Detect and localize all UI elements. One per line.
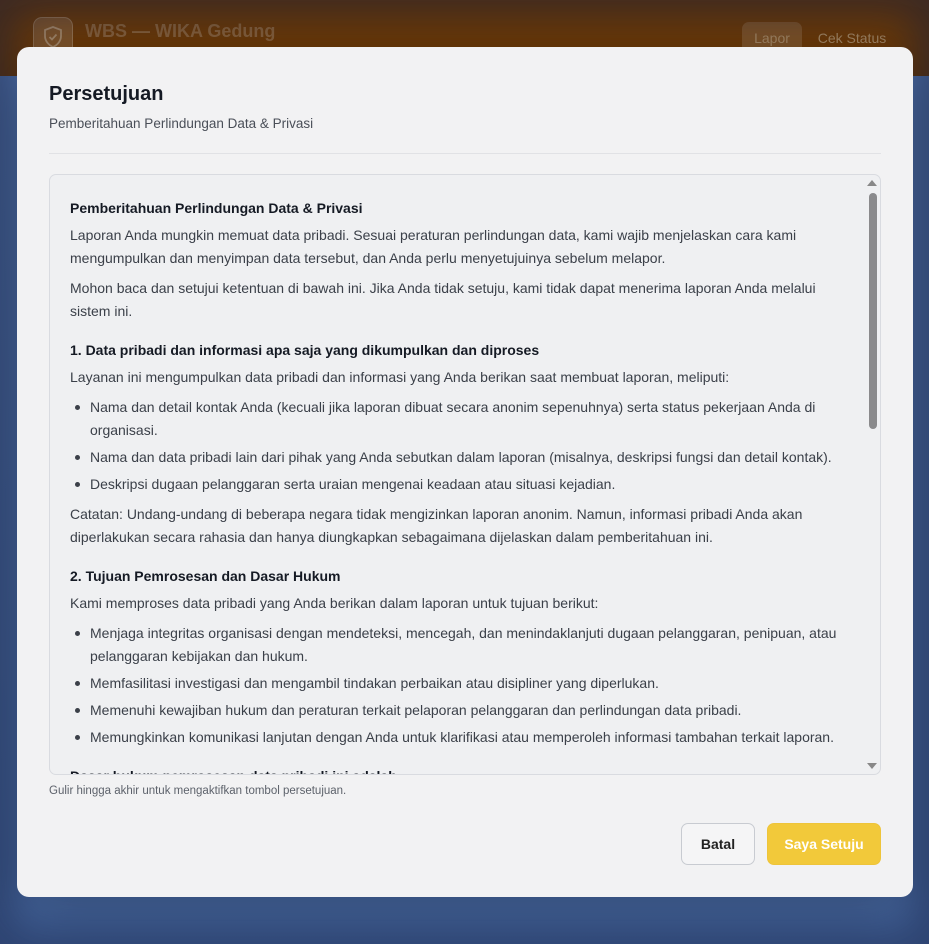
scroll-hint: Gulir hingga akhir untuk mengaktifkan to… [49, 785, 347, 797]
modal-subtitle: Pemberitahuan Perlindungan Data & Privas… [49, 116, 314, 131]
list-item: Memfasilitasi investigasi dan mengambil … [70, 672, 845, 695]
list-item: Nama dan detail kontak Anda (kecuali jik… [70, 396, 845, 442]
scrollbar[interactable] [865, 175, 880, 774]
consent-scroll-area[interactable]: Pemberitahuan Perlindungan Data & Privas… [49, 174, 881, 775]
scrollbar-thumb[interactable] [869, 193, 877, 429]
list-item-text: Memenuhi kewajiban hukum dan peraturan t… [90, 702, 742, 718]
list-item: Deskripsi dugaan pelanggaran serta uraia… [70, 473, 845, 496]
intro-paragraph: Laporan Anda mungkin memuat data pribadi… [70, 227, 797, 266]
section-lead: Kami memproses data pribadi yang Anda be… [70, 595, 599, 611]
list-item: Memenuhi kewajiban hukum dan peraturan t… [70, 699, 845, 722]
section-list: Menjaga integritas organisasi dengan men… [70, 622, 845, 749]
list-item-text: Nama dan detail kontak Anda (kecuali jik… [90, 399, 816, 438]
bullet [75, 681, 80, 686]
list-item-text: Memfasilitasi investigasi dan mengambil … [90, 675, 659, 691]
section-heading: 1. Data pribadi dan informasi apa saja y… [70, 342, 540, 358]
bullet [75, 405, 80, 410]
scroll-up-arrow-icon[interactable] [867, 180, 877, 186]
bullet [75, 735, 80, 740]
list-item-text: Menjaga integritas organisasi dengan men… [90, 625, 837, 664]
notice-heading: Pemberitahuan Perlindungan Data & Privas… [70, 200, 363, 216]
section-1: 1. Data pribadi dan informasi apa saja y… [70, 339, 845, 549]
list-item: Menjaga integritas organisasi dengan men… [70, 622, 845, 668]
agree-button[interactable]: Saya Setuju [767, 823, 881, 865]
consent-modal: Persetujuan Pemberitahuan Perlindungan D… [17, 47, 913, 897]
section-heading: 2. Tujuan Pemrosesan dan Dasar Hukum [70, 568, 341, 584]
cancel-button[interactable]: Batal [681, 823, 755, 865]
section-2: 2. Tujuan Pemrosesan dan Dasar Hukum Kam… [70, 565, 845, 774]
shield-check-icon [44, 26, 62, 48]
list-item-text: Deskripsi dugaan pelanggaran serta uraia… [90, 476, 616, 492]
divider [49, 153, 881, 154]
list-item: Nama dan data pribadi lain dari pihak ya… [70, 446, 845, 469]
section-list: Nama dan detail kontak Anda (kecuali jik… [70, 396, 845, 496]
bullet [75, 482, 80, 487]
modal-title: Persetujuan [49, 83, 164, 105]
section-lead: Layanan ini mengumpulkan data pribadi da… [70, 369, 730, 385]
intro-paragraph: Mohon baca dan setujui ketentuan di bawa… [70, 280, 816, 319]
list-item-text: Nama dan data pribadi lain dari pihak ya… [90, 449, 832, 465]
section-note: Catatan: Undang-undang di beberapa negar… [70, 506, 803, 545]
list-item: Memungkinkan komunikasi lanjutan dengan … [70, 726, 845, 749]
consent-text: Pemberitahuan Perlindungan Data & Privas… [70, 197, 845, 774]
legal-basis-heading: Dasar hukum pemrosesan data pribadi ini … [70, 765, 845, 774]
scroll-down-arrow-icon[interactable] [867, 763, 877, 769]
list-item-text: Memungkinkan komunikasi lanjutan dengan … [90, 729, 834, 745]
bullet [75, 455, 80, 460]
bullet [75, 708, 80, 713]
app-title: WBS — WIKA Gedung [85, 21, 276, 41]
bullet [75, 631, 80, 636]
